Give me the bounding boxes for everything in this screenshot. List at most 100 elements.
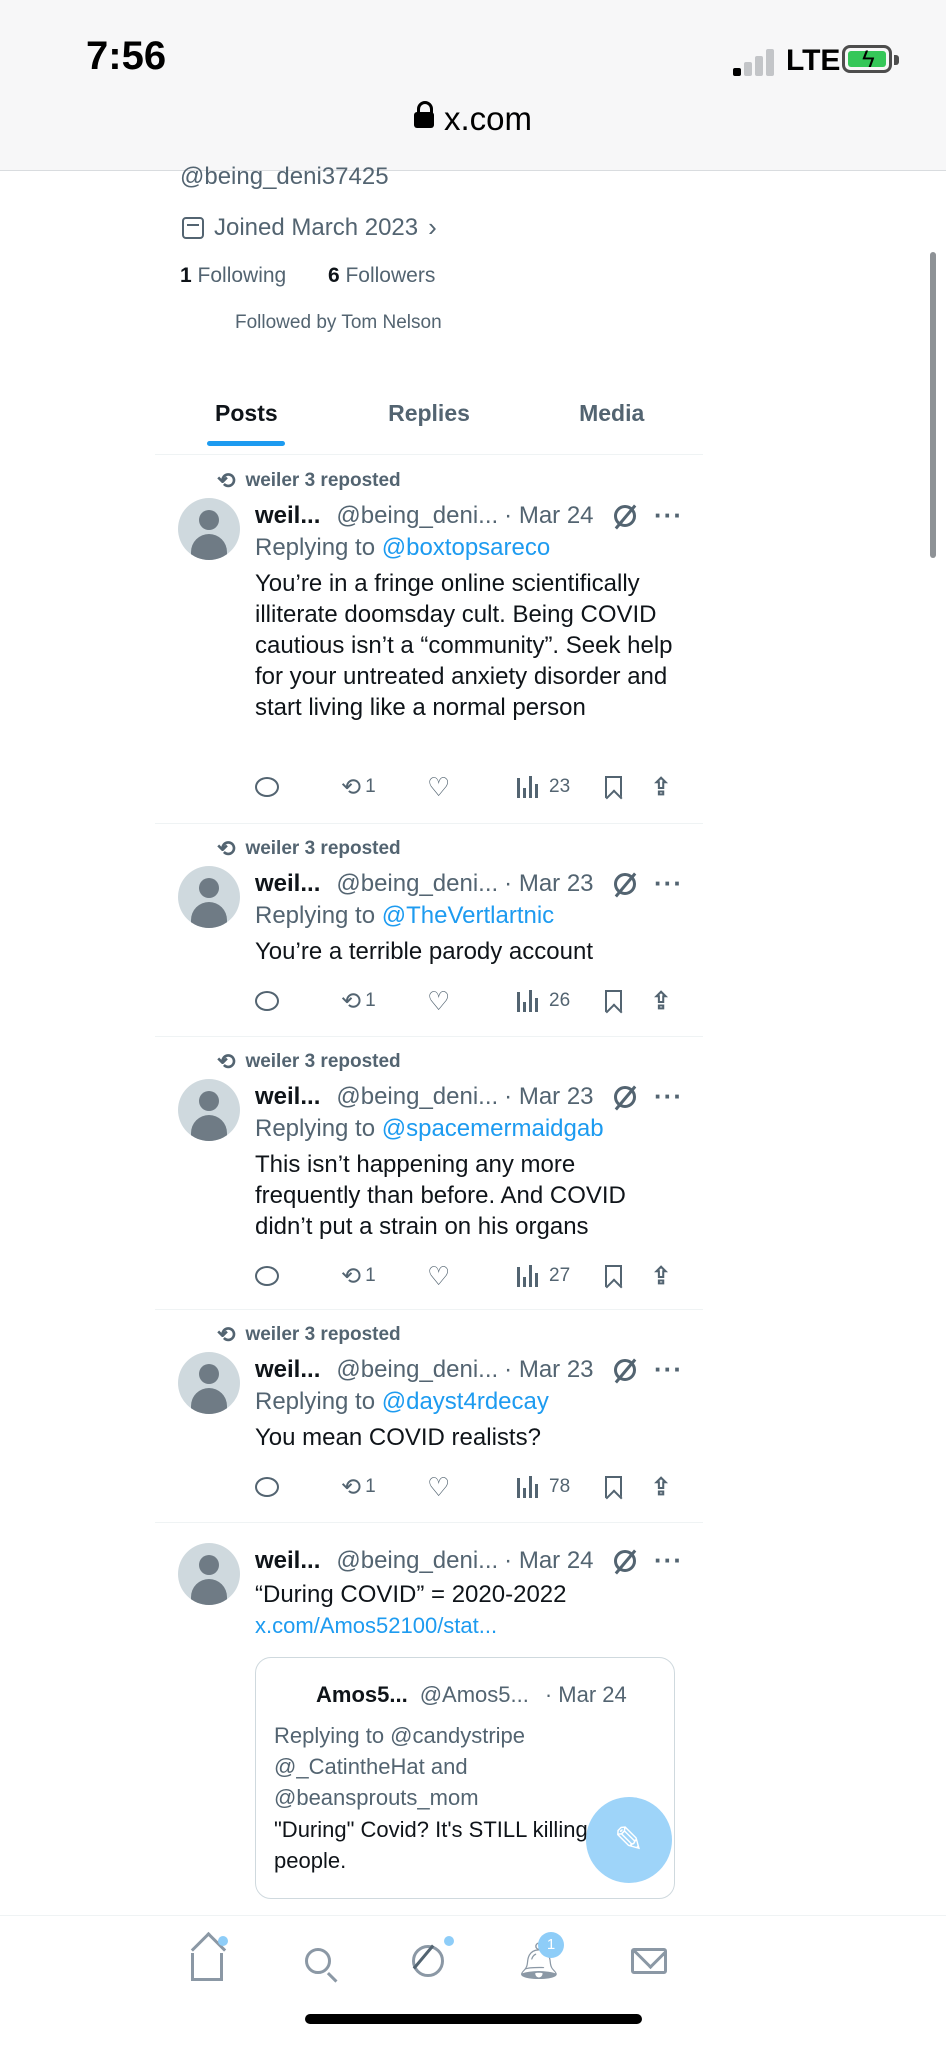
grok-icon [412, 1945, 444, 1977]
avatar[interactable] [178, 1079, 240, 1141]
share-button[interactable]: ⇪ [651, 1473, 671, 1502]
post-date[interactable]: · Mar 24 [504, 502, 593, 530]
post-date[interactable]: · Mar 24 [504, 1547, 593, 1575]
share-button[interactable]: ⇪ [651, 773, 671, 802]
avatar[interactable] [178, 866, 240, 928]
author-name[interactable]: weil... [255, 1356, 320, 1384]
bookmark-button[interactable] [605, 990, 622, 1012]
repost-button[interactable]: ⟲ 1 [341, 987, 376, 1016]
author-handle[interactable]: @being_deni... [336, 1083, 498, 1111]
post-date[interactable]: · Mar 23 [504, 1083, 593, 1111]
compose-button[interactable]: ✎ [586, 1797, 672, 1883]
following-link[interactable]: 1 Following [180, 264, 286, 287]
grok-icon[interactable] [614, 872, 637, 895]
share-button[interactable]: ⇪ [651, 987, 671, 1016]
like-button[interactable]: ♡ [427, 774, 450, 800]
reply-mention[interactable]: @dayst4rdecay [382, 1388, 549, 1415]
author-handle[interactable]: @being_deni... [336, 502, 498, 530]
views-button[interactable]: 26 [517, 990, 570, 1012]
reply-button[interactable] [255, 991, 279, 1011]
views-button[interactable]: 78 [517, 1476, 570, 1498]
author-handle[interactable]: @being_deni... [336, 1547, 498, 1575]
post-header: weil... @being_deni... · Mar 24 ··· [255, 500, 683, 531]
share-icon: ⇪ [651, 1262, 672, 1290]
search-icon [305, 1948, 331, 1974]
nav-search[interactable] [295, 1938, 341, 1984]
views-button[interactable]: 27 [517, 1265, 570, 1287]
bookmark-button[interactable] [605, 776, 622, 798]
nav-grok[interactable] [405, 1938, 451, 1984]
author-handle[interactable]: @being_deni... [336, 1356, 498, 1384]
nav-messages[interactable] [626, 1938, 672, 1984]
grok-icon[interactable] [614, 1358, 637, 1381]
address-bar[interactable]: x.com [0, 100, 946, 138]
reply-icon [255, 991, 279, 1011]
tab-posts[interactable]: Posts [155, 386, 338, 454]
like-icon: ♡ [427, 772, 451, 802]
followers-link[interactable]: 6 Followers [328, 264, 435, 287]
repost-icon: ⟲ [217, 1322, 236, 1347]
post-actions: ⟲ 1 ♡ 78 ⇪ [255, 1472, 685, 1502]
post-link[interactable]: x.com/Amos52100/stat... [255, 1613, 497, 1639]
joined-date[interactable]: Joined March 2023 › [182, 212, 437, 243]
grok-icon[interactable] [614, 1549, 637, 1572]
more-icon[interactable]: ··· [654, 1081, 683, 1112]
post-card[interactable]: ⟲ weiler 3 reposted weil... @being_deni..… [155, 1310, 703, 1523]
avatar[interactable] [178, 1543, 240, 1605]
post-date[interactable]: · Mar 23 [504, 1356, 593, 1384]
post-header: weil... @being_deni... · Mar 23 ··· [255, 1081, 683, 1112]
more-icon[interactable]: ··· [654, 1545, 683, 1576]
author-name[interactable]: weil... [255, 870, 320, 898]
bookmark-icon [605, 990, 622, 1012]
author-name[interactable]: weil... [255, 1083, 320, 1111]
quote-author-name: Amos5... [316, 1682, 408, 1707]
scrollbar[interactable] [930, 252, 936, 558]
reply-icon [255, 1477, 279, 1497]
quote-header: Amos5... @Amos5... · Mar 24 [316, 1682, 658, 1708]
views-button[interactable]: 23 [517, 776, 570, 798]
joined-label: Joined March 2023 [214, 213, 419, 241]
profile-tabs: Posts Replies Media [155, 386, 703, 455]
repost-button[interactable]: ⟲ 1 [341, 1473, 376, 1502]
reply-button[interactable] [255, 1477, 279, 1497]
post-card[interactable]: ⟲ weiler 3 reposted weil... @being_deni..… [155, 456, 703, 824]
author-name[interactable]: weil... [255, 1547, 320, 1575]
repost-line: ⟲ weiler 3 reposted [217, 1049, 401, 1074]
messages-icon [631, 1948, 667, 1974]
views-icon [517, 1476, 541, 1498]
repost-button[interactable]: ⟲ 1 [341, 773, 376, 802]
grok-icon[interactable] [614, 1085, 637, 1108]
post-card[interactable]: ⟲ weiler 3 reposted weil... @being_deni..… [155, 1037, 703, 1310]
more-icon[interactable]: ··· [654, 1354, 683, 1385]
quote-replying-to: Replying to @candystripe @_CatintheHat a… [274, 1723, 526, 1810]
author-name[interactable]: weil... [255, 502, 320, 530]
avatar[interactable] [178, 1352, 240, 1414]
post-date[interactable]: · Mar 23 [504, 870, 593, 898]
bookmark-button[interactable] [605, 1476, 622, 1498]
post-actions: ⟲ 1 ♡ 27 ⇪ [255, 1261, 685, 1291]
avatar[interactable] [178, 498, 240, 560]
reply-button[interactable] [255, 777, 279, 797]
reply-mention[interactable]: @boxtopsareco [382, 534, 550, 561]
share-button[interactable]: ⇪ [651, 1262, 671, 1291]
more-icon[interactable]: ··· [654, 500, 683, 531]
tab-replies[interactable]: Replies [338, 386, 521, 454]
reply-mention[interactable]: @TheVertlartnic [382, 902, 554, 929]
grok-icon[interactable] [614, 504, 637, 527]
signal-icon [733, 46, 779, 76]
reply-button[interactable] [255, 1266, 279, 1286]
repost-line: ⟲ weiler 3 reposted [217, 468, 401, 493]
followed-by[interactable]: Followed by Tom Nelson [235, 312, 442, 334]
more-icon[interactable]: ··· [654, 868, 683, 899]
tab-media[interactable]: Media [520, 386, 703, 454]
bookmark-icon [605, 1265, 622, 1287]
reply-mention[interactable]: @spacemermaidgab [382, 1115, 604, 1142]
like-button[interactable]: ♡ [427, 1474, 450, 1500]
post-header: weil... @being_deni... · Mar 23 ··· [255, 868, 683, 899]
bookmark-button[interactable] [605, 1265, 622, 1287]
author-handle[interactable]: @being_deni... [336, 870, 498, 898]
like-button[interactable]: ♡ [427, 1263, 450, 1289]
repost-button[interactable]: ⟲ 1 [341, 1262, 376, 1291]
post-card[interactable]: ⟲ weiler 3 reposted weil... @being_deni..… [155, 824, 703, 1037]
like-button[interactable]: ♡ [427, 988, 450, 1014]
